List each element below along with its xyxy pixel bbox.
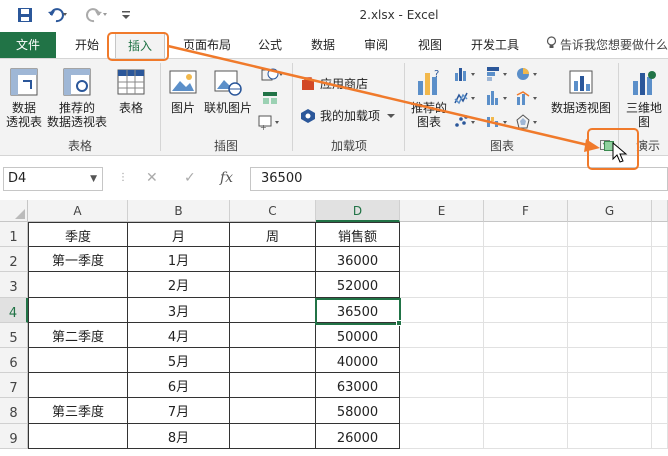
pointer-arrow: [167, 44, 600, 152]
mouse-cursor-icon: [612, 142, 628, 163]
